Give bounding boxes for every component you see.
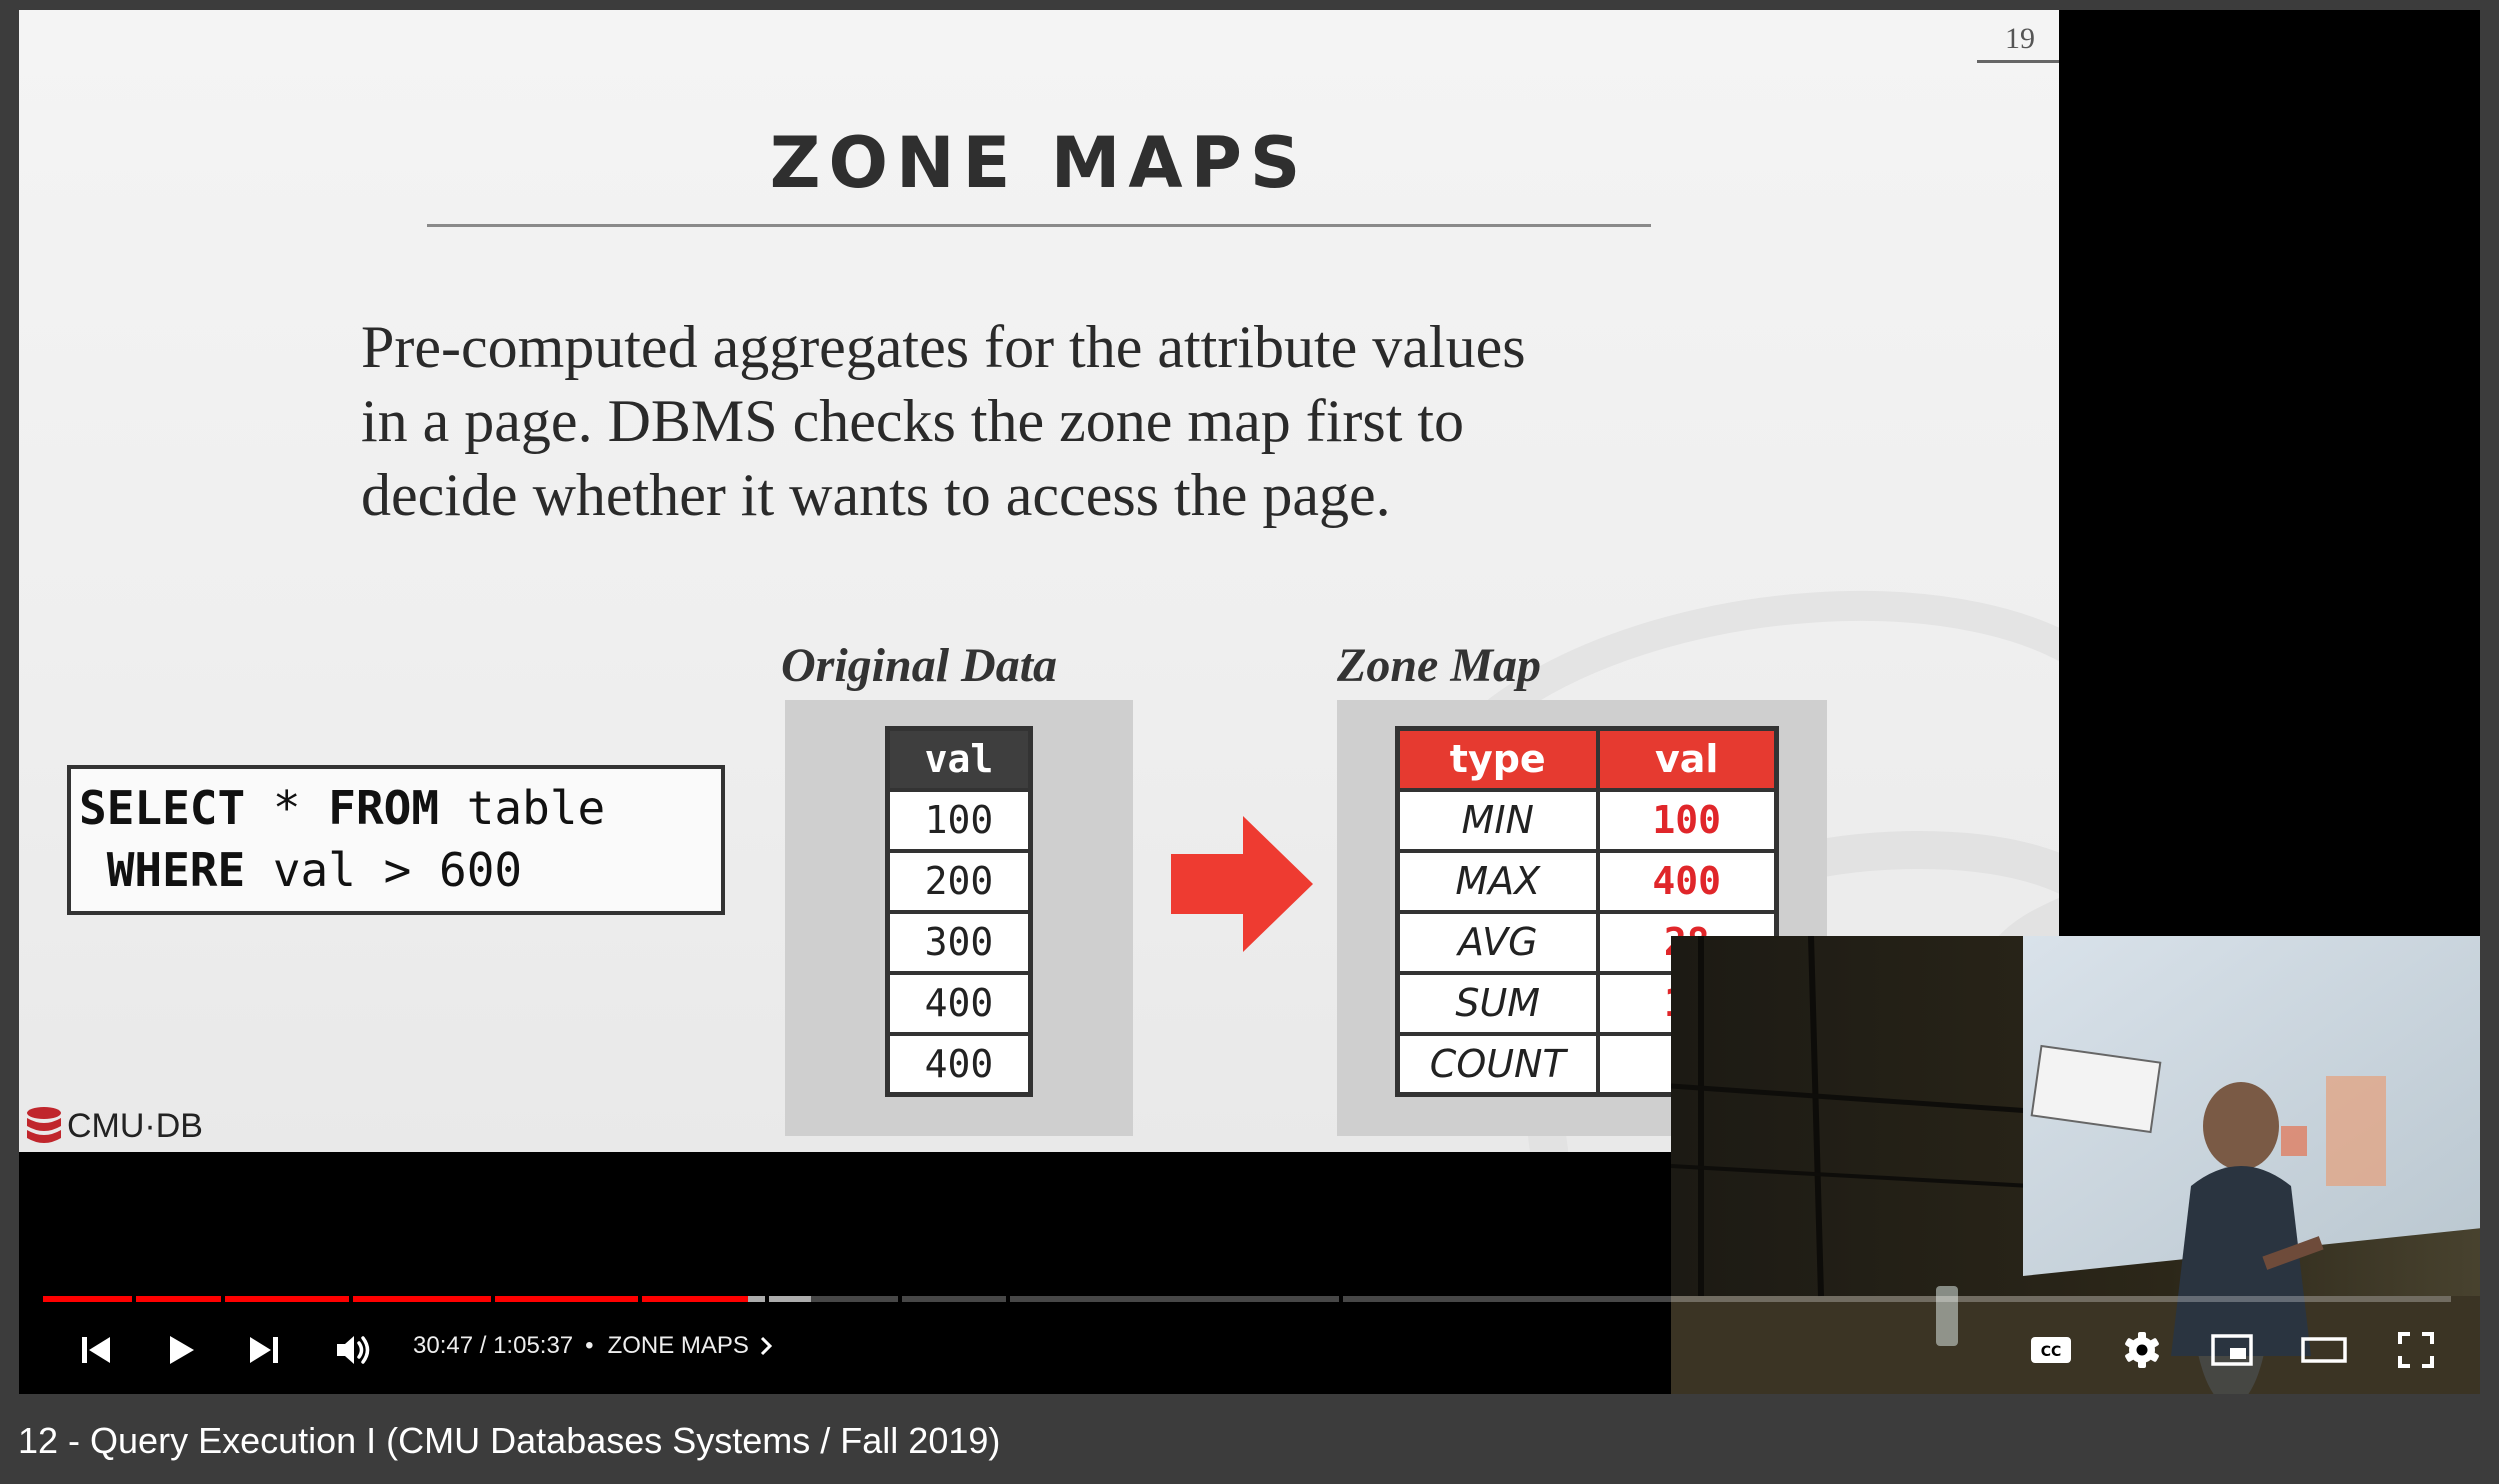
zone-map-type-cell: SUM	[1395, 970, 1600, 1036]
original-data-table: val 100 200 300 400 400	[885, 726, 1033, 1097]
original-data-cell: 200	[885, 848, 1033, 914]
previous-icon	[82, 1337, 110, 1363]
chapter-marker	[132, 1296, 137, 1302]
next-button[interactable]	[235, 1323, 293, 1377]
play-button[interactable]	[151, 1323, 209, 1377]
zone-map-type-cell: AVG	[1395, 909, 1600, 975]
video-title: 12 - Query Execution I (CMU Databases Sy…	[18, 1420, 1001, 1461]
miniplayer-button[interactable]	[2201, 1323, 2263, 1377]
chapter-marker	[1006, 1296, 1011, 1302]
sql-text: val > 600	[245, 843, 523, 897]
sql-text: table	[439, 781, 606, 835]
logo-text: CMU·DB	[67, 1106, 203, 1145]
volume-icon	[337, 1336, 370, 1364]
fullscreen-button[interactable]	[2385, 1323, 2447, 1377]
slide-number-rule	[1977, 60, 2059, 63]
video-player[interactable]: 19 ZONE MAPS Pre-computed aggregates for…	[19, 10, 2480, 1394]
play-icon	[170, 1336, 194, 1364]
original-data-caption: Original Data	[781, 639, 1058, 692]
chevron-right-icon[interactable]	[759, 1335, 773, 1357]
zone-map-val-cell: 100	[1595, 787, 1779, 853]
chapter-title-button[interactable]: ZONE MAPS	[608, 1332, 749, 1360]
right-arrow-icon	[1171, 816, 1313, 952]
original-data-cell: 100	[885, 787, 1033, 853]
progress-bar[interactable]	[43, 1296, 2451, 1302]
miniplayer-icon	[2211, 1334, 2253, 1366]
original-data-cell: 400	[885, 1031, 1033, 1097]
zone-map-val-cell: 400	[1595, 848, 1779, 914]
zone-map-type-cell: COUNT	[1395, 1031, 1600, 1097]
zone-map-caption: Zone Map	[1337, 639, 1541, 692]
time-separator: /	[473, 1332, 494, 1359]
chapter-marker	[348, 1296, 353, 1302]
database-logo-icon	[27, 1107, 61, 1143]
sql-query-box: SELECT * FROM table WHERE val > 600	[67, 765, 725, 915]
previous-button[interactable]	[67, 1323, 125, 1377]
chapter-marker	[897, 1296, 902, 1302]
duration: 1:05:37	[493, 1332, 574, 1359]
original-data-header: val	[885, 726, 1033, 792]
settings-button[interactable]	[2113, 1323, 2171, 1377]
original-data-cell: 300	[885, 909, 1033, 975]
fullscreen-icon	[2398, 1332, 2434, 1368]
theater-mode-button[interactable]	[2293, 1323, 2355, 1377]
time-display: 30:47 / 1:05:37 • ZONE MAPS	[413, 1332, 773, 1360]
captions-button[interactable]: CC	[2019, 1323, 2083, 1377]
sql-keyword-select: SELECT	[79, 781, 246, 835]
slide-body-line: decide whether it wants to access the pa…	[361, 462, 1391, 528]
chapter-marker	[490, 1296, 495, 1302]
chapter-marker	[1338, 1296, 1343, 1302]
chapter-marker	[637, 1296, 642, 1302]
svg-text:CC: CC	[2041, 1344, 2062, 1360]
slide-body-text: Pre-computed aggregates for the attribut…	[361, 310, 1841, 532]
progress-played	[43, 1296, 748, 1302]
slide-number: 19	[2005, 22, 2035, 55]
original-data-cell: 400	[885, 970, 1033, 1036]
zone-map-header-type: type	[1395, 726, 1600, 792]
chapter-marker	[221, 1296, 226, 1302]
chapter-marker	[765, 1296, 770, 1302]
slide-title-divider	[427, 224, 1651, 227]
current-time: 30:47	[413, 1332, 474, 1359]
slide-body-line: Pre-computed aggregates for the attribut…	[361, 314, 1526, 380]
cmu-db-logo: CMU·DB	[25, 1106, 203, 1146]
theater-icon	[2301, 1337, 2347, 1363]
video-page: 19 ZONE MAPS Pre-computed aggregates for…	[0, 0, 2499, 1484]
sql-keyword-where: WHERE	[79, 843, 246, 897]
sql-text: *	[245, 781, 329, 835]
zone-map-header-val: val	[1595, 726, 1779, 792]
slide-body-line: in a page. DBMS checks the zone map firs…	[361, 388, 1465, 454]
next-icon	[250, 1337, 278, 1363]
slide-title: ZONE MAPS	[769, 122, 1309, 204]
zone-map-type-cell: MIN	[1395, 787, 1600, 853]
captions-icon: CC	[2031, 1337, 2071, 1363]
settings-icon	[2125, 1332, 2159, 1368]
chapter-bullet: •	[585, 1332, 594, 1359]
sql-keyword-from: FROM	[328, 781, 440, 835]
zone-map-type-cell: MAX	[1395, 848, 1600, 914]
volume-button[interactable]	[323, 1323, 385, 1377]
